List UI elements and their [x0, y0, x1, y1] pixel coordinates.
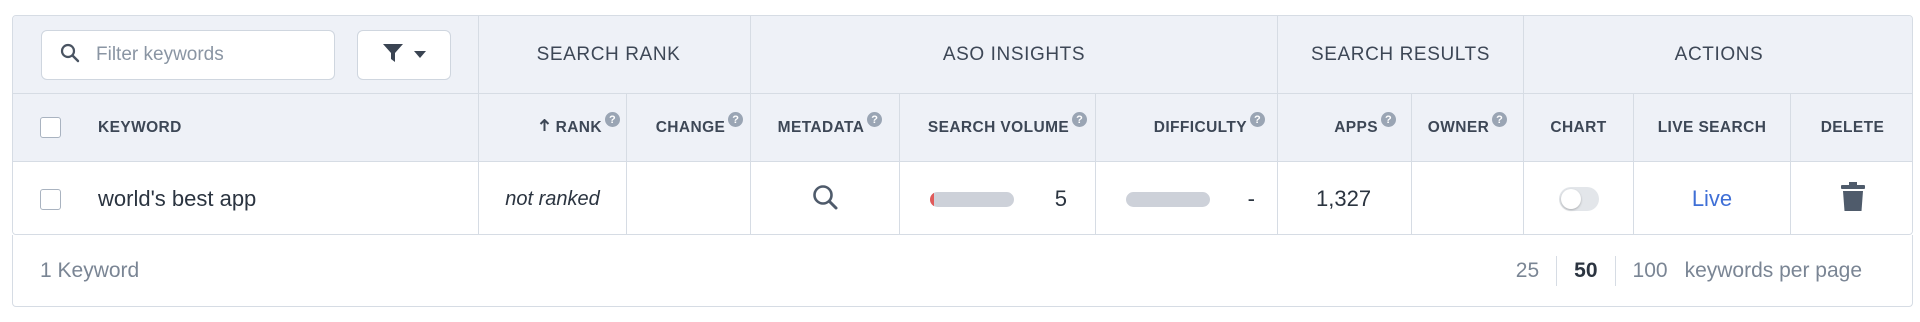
row-select-checkbox[interactable] [40, 188, 61, 210]
difficulty-bar [1126, 191, 1210, 207]
row-select-cell [40, 162, 70, 234]
funnel-icon [382, 43, 404, 68]
owner-cell [1411, 162, 1523, 234]
caret-down-icon [414, 46, 426, 64]
arrow-up-icon [539, 118, 550, 137]
col-owner[interactable]: OWNER ? [1411, 94, 1523, 161]
col-keyword-label: KEYWORD [98, 118, 182, 136]
apps-value: 1,327 [1316, 186, 1372, 211]
apps-help-icon[interactable]: ? [1381, 112, 1396, 127]
difficulty-value: - [1247, 186, 1255, 211]
change-help-icon[interactable]: ? [728, 112, 744, 127]
table-row: world's best app not ranked 5 - 1,327 Li… [13, 162, 1912, 234]
col-chart: CHART [1523, 94, 1633, 161]
apps-cell: 1,327 [1277, 162, 1411, 234]
search-volume-help-icon[interactable]: ? [1072, 112, 1088, 127]
page-size-selector: 25 50 100 keywords per page [1499, 235, 1862, 306]
difficulty-help-icon[interactable]: ? [1250, 112, 1265, 127]
select-all-cell [40, 94, 70, 161]
rank-cell: not ranked [478, 162, 626, 234]
change-cell [626, 162, 750, 234]
page-size-option[interactable]: 100 [1614, 255, 1685, 286]
col-apps-label: APPS [1334, 118, 1378, 136]
page-size-option-active[interactable]: 50 [1556, 255, 1614, 286]
col-search-volume[interactable]: SEARCH VOLUME ? [899, 94, 1095, 161]
group-search-results-label: SEARCH RESULTS [1310, 43, 1491, 65]
keywords-table: SEARCH RANK ASO INSIGHTS SEARCH RESULTS … [12, 15, 1913, 235]
search-icon [60, 43, 80, 68]
keyword-cell: world's best app [98, 162, 468, 234]
col-difficulty-label: DIFFICULTY [1153, 118, 1247, 136]
live-search-cell: Live [1633, 162, 1790, 234]
owner-help-icon[interactable]: ? [1492, 112, 1508, 127]
live-search-link[interactable]: Live [1692, 186, 1732, 212]
group-search-rank-label: SEARCH RANK [536, 43, 681, 65]
group-aso-insights-label: ASO INSIGHTS [942, 43, 1086, 65]
col-keyword[interactable]: KEYWORD [98, 94, 398, 161]
search-volume-bar-fill [930, 191, 935, 207]
group-header-row: SEARCH RANK ASO INSIGHTS SEARCH RESULTS … [13, 16, 1912, 94]
search-volume-value: 5 [1054, 186, 1067, 211]
group-search-rank: SEARCH RANK [478, 16, 738, 93]
chart-cell [1523, 162, 1633, 234]
col-delete: DELETE [1790, 94, 1912, 161]
metadata-help-icon[interactable]: ? [867, 112, 883, 127]
col-live-search: LIVE SEARCH [1633, 94, 1790, 161]
per-page-label: keywords per page [1684, 258, 1862, 282]
trash-icon[interactable] [1840, 181, 1865, 217]
column-header-row: KEYWORD RANK ? CHANGE ? METADATA ? SEARC… [13, 94, 1912, 162]
group-actions-label: ACTIONS [1674, 43, 1764, 65]
select-all-checkbox[interactable] [40, 117, 61, 138]
keyword-count: 1 Keyword [40, 258, 140, 282]
col-rank-label: RANK [555, 118, 602, 136]
rank-help-icon[interactable]: ? [605, 112, 620, 127]
col-difficulty[interactable]: DIFFICULTY ? [1095, 94, 1277, 161]
col-owner-label: OWNER [1427, 118, 1490, 136]
page-size-option[interactable]: 25 [1499, 256, 1556, 286]
metadata-cell [750, 162, 899, 234]
keyword-text: world's best app [98, 186, 257, 211]
chart-toggle[interactable] [1558, 187, 1599, 211]
col-metadata-label: METADATA [777, 118, 865, 136]
delete-cell [1790, 162, 1912, 234]
col-change-label: CHANGE [655, 118, 726, 136]
magnifier-icon[interactable] [811, 183, 839, 216]
filter-dropdown-button[interactable] [357, 30, 451, 80]
group-aso-insights: ASO INSIGHTS [750, 16, 1277, 93]
filter-keywords-input[interactable] [96, 44, 306, 66]
col-search-volume-label: SEARCH VOLUME [927, 118, 1070, 136]
col-rank[interactable]: RANK ? [478, 94, 626, 161]
col-metadata[interactable]: METADATA ? [750, 94, 899, 161]
rank-value: not ranked [505, 187, 600, 210]
search-volume-bar [930, 191, 1014, 207]
difficulty-cell: - [1095, 162, 1277, 234]
chart-toggle-knob [1560, 189, 1581, 209]
col-change[interactable]: CHANGE ? [626, 94, 750, 161]
col-delete-label: DELETE [1820, 118, 1885, 136]
col-live-search-label: LIVE SEARCH [1657, 118, 1767, 136]
search-volume-cell: 5 [899, 162, 1095, 234]
table-footer: 1 Keyword 25 50 100 keywords per page [12, 235, 1913, 307]
group-actions: ACTIONS [1523, 16, 1912, 93]
filter-keywords-field[interactable] [41, 30, 335, 80]
col-chart-label: CHART [1550, 118, 1607, 136]
col-apps[interactable]: APPS ? [1277, 94, 1411, 161]
group-search-results: SEARCH RESULTS [1277, 16, 1523, 93]
